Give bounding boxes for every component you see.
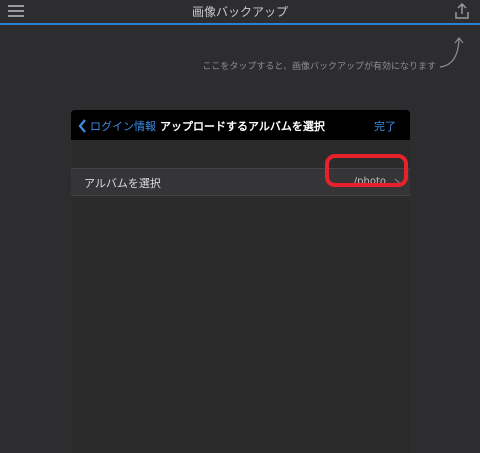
app-title: 画像バックアップ	[191, 5, 288, 19]
hint-text: ここをタップすると、画像バックアップが有効になります	[202, 62, 436, 72]
album-select-label: アルバムを選択	[84, 177, 161, 190]
chevron-left-icon	[78, 119, 86, 133]
dialog-title: アップロードするアルバムを選択	[160, 120, 325, 133]
upload-icon[interactable]	[453, 2, 471, 20]
curved-arrow-icon	[439, 37, 464, 68]
back-button-label: ログイン情報	[90, 120, 156, 133]
back-button[interactable]: ログイン情報	[78, 118, 156, 134]
red-highlight-annotation	[325, 154, 408, 187]
top-navigation-bar: 画像バックアップ	[0, 0, 480, 25]
done-button[interactable]: 完了	[374, 118, 396, 134]
dialog-header: ログイン情報 アップロードするアルバムを選択 完了	[71, 110, 410, 140]
